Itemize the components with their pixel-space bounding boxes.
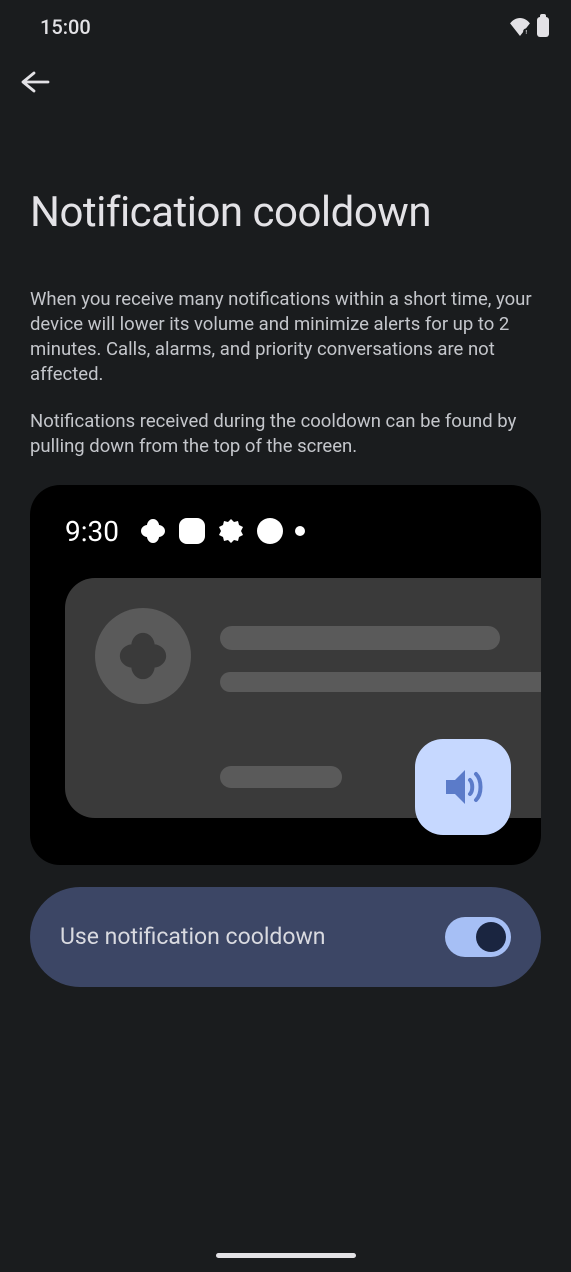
page-title: Notification cooldown <box>30 188 541 237</box>
illustration-dot-icon <box>295 526 305 536</box>
illustration-status-bar: 9:30 <box>30 515 541 548</box>
illustration-avatar-inner-icon <box>116 629 170 683</box>
status-bar-icons: ! <box>509 17 549 37</box>
illustration-text-placeholder <box>220 672 541 692</box>
illustration-card: 9:30 <box>30 485 541 865</box>
illustration-volume-bubble <box>415 739 511 835</box>
nav-bar-handle[interactable] <box>216 1253 356 1258</box>
illustration-square-icon <box>179 518 205 544</box>
battery-icon <box>537 17 549 37</box>
volume-icon <box>438 762 488 812</box>
wifi-icon: ! <box>509 18 531 36</box>
illustration-time: 9:30 <box>65 515 119 548</box>
illustration-avatar <box>95 608 191 704</box>
illustration-pill-placeholder <box>220 766 342 788</box>
illustration-gear-icon <box>217 517 245 545</box>
toggle-switch[interactable] <box>445 917 511 957</box>
description-paragraph-1: When you receive many notifications with… <box>30 287 541 387</box>
illustration-clover-icon <box>139 517 167 545</box>
status-bar-time: 15:00 <box>40 15 91 39</box>
description-paragraph-2: Notifications received during the cooldo… <box>30 409 541 459</box>
toggle-row[interactable]: Use notification cooldown <box>30 887 541 987</box>
back-arrow-icon <box>20 70 52 94</box>
illustration-circle-icon <box>257 518 283 544</box>
back-button[interactable] <box>0 50 571 98</box>
illustration-title-placeholder <box>220 626 500 650</box>
toggle-label: Use notification cooldown <box>60 923 326 950</box>
toggle-switch-thumb <box>476 922 506 952</box>
status-bar: 15:00 ! <box>0 0 571 50</box>
